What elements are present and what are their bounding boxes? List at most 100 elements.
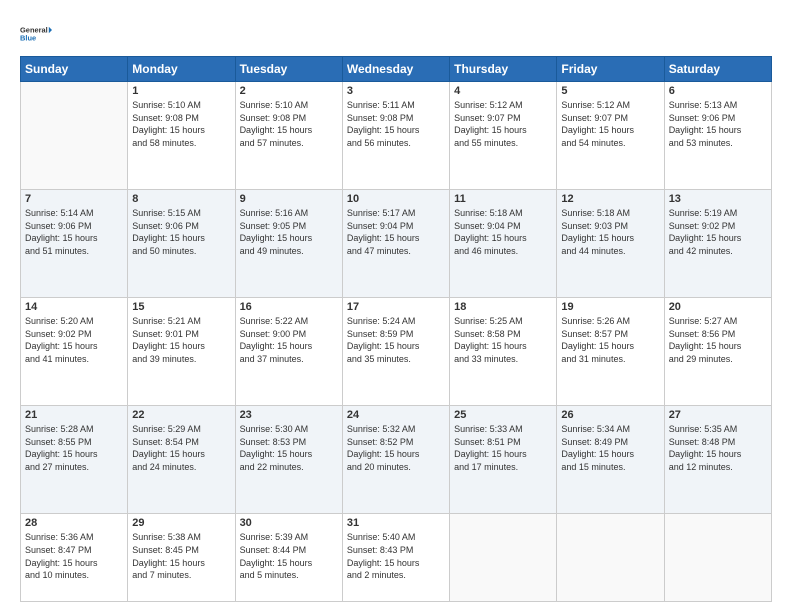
day-number: 10 — [347, 193, 445, 205]
day-info: Sunrise: 5:19 AM Sunset: 9:02 PM Dayligh… — [669, 207, 767, 257]
day-number: 13 — [669, 193, 767, 205]
weekday-header-sunday: Sunday — [21, 57, 128, 82]
day-number: 4 — [454, 85, 552, 97]
calendar-cell: 13 Sunrise: 5:19 AM Sunset: 9:02 PM Dayli… — [664, 190, 771, 298]
day-number: 9 — [240, 193, 338, 205]
day-number: 31 — [347, 517, 445, 529]
day-number: 28 — [25, 517, 123, 529]
calendar-cell: 7 Sunrise: 5:14 AM Sunset: 9:06 PM Daylig… — [21, 190, 128, 298]
calendar-cell: 19 Sunrise: 5:26 AM Sunset: 8:57 PM Dayli… — [557, 298, 664, 406]
calendar-cell: 8 Sunrise: 5:15 AM Sunset: 9:06 PM Daylig… — [128, 190, 235, 298]
day-info: Sunrise: 5:32 AM Sunset: 8:52 PM Dayligh… — [347, 423, 445, 473]
calendar-cell: 27 Sunrise: 5:35 AM Sunset: 8:48 PM Dayli… — [664, 406, 771, 514]
day-info: Sunrise: 5:18 AM Sunset: 9:03 PM Dayligh… — [561, 207, 659, 257]
day-info: Sunrise: 5:21 AM Sunset: 9:01 PM Dayligh… — [132, 315, 230, 365]
day-info: Sunrise: 5:18 AM Sunset: 9:04 PM Dayligh… — [454, 207, 552, 257]
day-info: Sunrise: 5:17 AM Sunset: 9:04 PM Dayligh… — [347, 207, 445, 257]
calendar-cell: 28 Sunrise: 5:36 AM Sunset: 8:47 PM Dayli… — [21, 514, 128, 602]
day-info: Sunrise: 5:13 AM Sunset: 9:06 PM Dayligh… — [669, 99, 767, 149]
day-number: 21 — [25, 409, 123, 421]
day-info: Sunrise: 5:20 AM Sunset: 9:02 PM Dayligh… — [25, 315, 123, 365]
logo: General Blue — [20, 18, 52, 50]
day-info: Sunrise: 5:15 AM Sunset: 9:06 PM Dayligh… — [132, 207, 230, 257]
calendar-cell — [664, 514, 771, 602]
calendar-cell: 2 Sunrise: 5:10 AM Sunset: 9:08 PM Daylig… — [235, 82, 342, 190]
day-info: Sunrise: 5:10 AM Sunset: 9:08 PM Dayligh… — [132, 99, 230, 149]
calendar-cell: 15Sunrise: 5:21 AM Sunset: 9:01 PM Dayli… — [128, 298, 235, 406]
day-number: 17 — [347, 301, 445, 313]
day-number: 26 — [561, 409, 659, 421]
calendar-cell: 20Sunrise: 5:27 AM Sunset: 8:56 PM Dayli… — [664, 298, 771, 406]
weekday-header-saturday: Saturday — [664, 57, 771, 82]
day-info: Sunrise: 5:33 AM Sunset: 8:51 PM Dayligh… — [454, 423, 552, 473]
day-info: Sunrise: 5:11 AM Sunset: 9:08 PM Dayligh… — [347, 99, 445, 149]
calendar-cell: 29 Sunrise: 5:38 AM Sunset: 8:45 PM Dayli… — [128, 514, 235, 602]
calendar-week-row: 7 Sunrise: 5:14 AM Sunset: 9:06 PM Daylig… — [21, 190, 772, 298]
day-info: Sunrise: 5:39 AM Sunset: 8:44 PM Dayligh… — [240, 531, 338, 581]
day-number: 14 — [25, 301, 123, 313]
calendar-cell: 10 Sunrise: 5:17 AM Sunset: 9:04 PM Dayli… — [342, 190, 449, 298]
calendar-cell: 22Sunrise: 5:29 AM Sunset: 8:54 PM Dayli… — [128, 406, 235, 514]
day-info: Sunrise: 5:34 AM Sunset: 8:49 PM Dayligh… — [561, 423, 659, 473]
calendar-week-row: 1 Sunrise: 5:10 AM Sunset: 9:08 PM Daylig… — [21, 82, 772, 190]
day-number: 6 — [669, 85, 767, 97]
day-info: Sunrise: 5:36 AM Sunset: 8:47 PM Dayligh… — [25, 531, 123, 581]
calendar-cell: 9Sunrise: 5:16 AM Sunset: 9:05 PM Daylig… — [235, 190, 342, 298]
day-number: 22 — [132, 409, 230, 421]
calendar-cell: 26 Sunrise: 5:34 AM Sunset: 8:49 PM Dayli… — [557, 406, 664, 514]
header: General Blue — [20, 18, 772, 50]
day-info: Sunrise: 5:26 AM Sunset: 8:57 PM Dayligh… — [561, 315, 659, 365]
day-number: 23 — [240, 409, 338, 421]
day-info: Sunrise: 5:22 AM Sunset: 9:00 PM Dayligh… — [240, 315, 338, 365]
day-number: 27 — [669, 409, 767, 421]
day-info: Sunrise: 5:35 AM Sunset: 8:48 PM Dayligh… — [669, 423, 767, 473]
calendar-cell: 5Sunrise: 5:12 AM Sunset: 9:07 PM Daylig… — [557, 82, 664, 190]
day-number: 2 — [240, 85, 338, 97]
calendar-cell: 11 Sunrise: 5:18 AM Sunset: 9:04 PM Dayli… — [450, 190, 557, 298]
calendar-cell: 16 Sunrise: 5:22 AM Sunset: 9:00 PM Dayli… — [235, 298, 342, 406]
calendar-cell: 21 Sunrise: 5:28 AM Sunset: 8:55 PM Dayli… — [21, 406, 128, 514]
calendar-cell: 31 Sunrise: 5:40 AM Sunset: 8:43 PM Dayli… — [342, 514, 449, 602]
day-number: 8 — [132, 193, 230, 205]
day-number: 11 — [454, 193, 552, 205]
calendar-cell: 3 Sunrise: 5:11 AM Sunset: 9:08 PM Daylig… — [342, 82, 449, 190]
calendar-cell: 24Sunrise: 5:32 AM Sunset: 8:52 PM Dayli… — [342, 406, 449, 514]
day-number: 12 — [561, 193, 659, 205]
day-number: 16 — [240, 301, 338, 313]
calendar-cell: 30 Sunrise: 5:39 AM Sunset: 8:44 PM Dayli… — [235, 514, 342, 602]
day-number: 30 — [240, 517, 338, 529]
weekday-header-row: SundayMondayTuesdayWednesdayThursdayFrid… — [21, 57, 772, 82]
calendar-week-row: 21 Sunrise: 5:28 AM Sunset: 8:55 PM Dayli… — [21, 406, 772, 514]
weekday-header-tuesday: Tuesday — [235, 57, 342, 82]
calendar-week-row: 14 Sunrise: 5:20 AM Sunset: 9:02 PM Dayli… — [21, 298, 772, 406]
day-number: 7 — [25, 193, 123, 205]
calendar-cell: 14 Sunrise: 5:20 AM Sunset: 9:02 PM Dayli… — [21, 298, 128, 406]
day-info: Sunrise: 5:38 AM Sunset: 8:45 PM Dayligh… — [132, 531, 230, 581]
day-info: Sunrise: 5:25 AM Sunset: 8:58 PM Dayligh… — [454, 315, 552, 365]
day-number: 20 — [669, 301, 767, 313]
day-number: 29 — [132, 517, 230, 529]
weekday-header-friday: Friday — [557, 57, 664, 82]
calendar-cell — [557, 514, 664, 602]
day-info: Sunrise: 5:12 AM Sunset: 9:07 PM Dayligh… — [561, 99, 659, 149]
day-number: 19 — [561, 301, 659, 313]
day-info: Sunrise: 5:30 AM Sunset: 8:53 PM Dayligh… — [240, 423, 338, 473]
day-info: Sunrise: 5:10 AM Sunset: 9:08 PM Dayligh… — [240, 99, 338, 149]
day-info: Sunrise: 5:40 AM Sunset: 8:43 PM Dayligh… — [347, 531, 445, 581]
day-number: 1 — [132, 85, 230, 97]
day-info: Sunrise: 5:24 AM Sunset: 8:59 PM Dayligh… — [347, 315, 445, 365]
calendar-cell — [21, 82, 128, 190]
calendar-cell: 18 Sunrise: 5:25 AM Sunset: 8:58 PM Dayli… — [450, 298, 557, 406]
svg-text:Blue: Blue — [20, 34, 36, 43]
day-number: 3 — [347, 85, 445, 97]
logo-svg: General Blue — [20, 18, 52, 50]
day-info: Sunrise: 5:28 AM Sunset: 8:55 PM Dayligh… — [25, 423, 123, 473]
weekday-header-thursday: Thursday — [450, 57, 557, 82]
calendar-cell: 12 Sunrise: 5:18 AM Sunset: 9:03 PM Dayli… — [557, 190, 664, 298]
calendar-cell: 6 Sunrise: 5:13 AM Sunset: 9:06 PM Daylig… — [664, 82, 771, 190]
day-info: Sunrise: 5:14 AM Sunset: 9:06 PM Dayligh… — [25, 207, 123, 257]
calendar-cell: 23 Sunrise: 5:30 AM Sunset: 8:53 PM Dayli… — [235, 406, 342, 514]
calendar-page: General Blue SundayMondayTuesdayWednesda… — [0, 0, 792, 612]
day-number: 18 — [454, 301, 552, 313]
day-number: 25 — [454, 409, 552, 421]
